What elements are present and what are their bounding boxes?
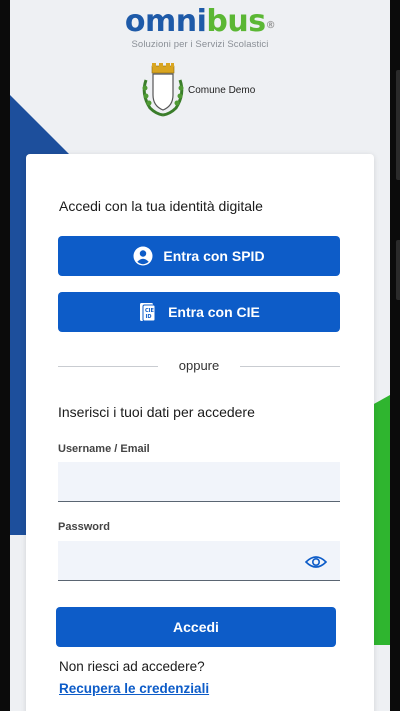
spid-login-label: Entra con SPID: [163, 248, 265, 264]
logo-text-bus: bus: [206, 4, 266, 39]
username-input[interactable]: [58, 462, 340, 502]
credentials-subtitle: Inserisci i tuoi dati per accedere: [58, 404, 255, 420]
logo-registered-mark: ®: [265, 20, 276, 31]
username-label: Username / Email: [58, 443, 150, 455]
decorative-green-shape: [372, 395, 390, 645]
app-screen: omnibus® Soluzioni per i Servizi Scolast…: [10, 0, 390, 711]
login-title: Accedi con la tua identità digitale: [59, 198, 263, 214]
divider-line-right: [240, 366, 340, 367]
user-circle-icon: [133, 246, 153, 266]
password-label: Password: [58, 521, 110, 533]
recover-credentials-link[interactable]: Recupera le credenziali: [59, 681, 209, 696]
phone-side-button: [396, 240, 400, 300]
login-submit-button[interactable]: Accedi: [56, 607, 336, 647]
comune-name: Comune Demo: [188, 84, 256, 96]
logo-text-omni: omni: [124, 4, 207, 39]
comune-crest-icon: [142, 63, 184, 117]
cie-login-button[interactable]: CIE ID Entra con CIE: [58, 292, 340, 332]
phone-side-button: [396, 70, 400, 180]
svg-text:ID: ID: [146, 314, 152, 320]
id-card-icon: CIE ID: [138, 301, 158, 323]
or-divider: oppure: [58, 358, 340, 374]
header: omnibus® Soluzioni per i Servizi Scolast…: [10, 0, 390, 150]
cie-login-label: Entra con CIE: [168, 304, 260, 320]
password-input[interactable]: [58, 541, 340, 581]
eye-icon[interactable]: [304, 553, 328, 573]
comune-badge: Comune Demo: [138, 62, 255, 118]
help-text: Non riesci ad accedere?: [59, 659, 205, 674]
spid-login-button[interactable]: Entra con SPID: [58, 236, 340, 276]
logo-tagline: Soluzioni per i Servizi Scolastici: [131, 39, 269, 50]
omnibus-logo: omnibus® Soluzioni per i Servizi Scolast…: [10, 4, 390, 51]
phone-frame: omnibus® Soluzioni per i Servizi Scolast…: [0, 0, 400, 711]
